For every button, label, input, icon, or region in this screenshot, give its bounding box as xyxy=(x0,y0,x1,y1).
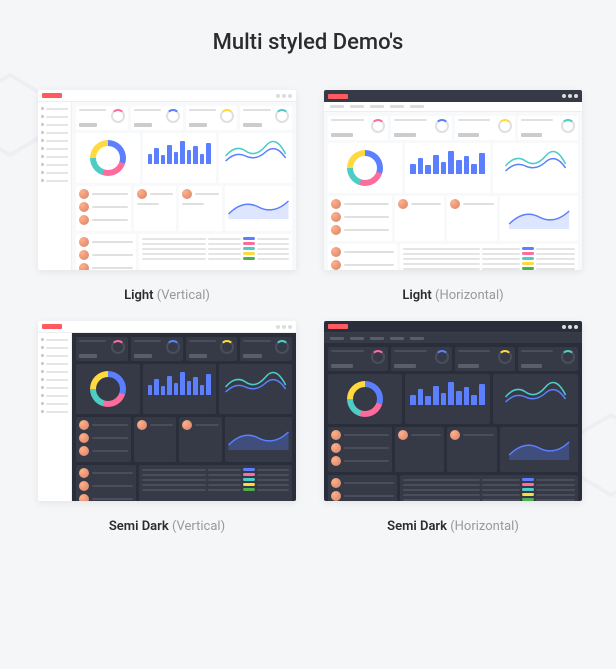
demo-caption: Light (Vertical) xyxy=(124,288,210,303)
app-logo xyxy=(42,93,62,98)
sidebar xyxy=(38,102,72,270)
topbar xyxy=(324,90,582,102)
horizontal-nav xyxy=(324,102,582,112)
line-chart-card xyxy=(219,133,292,183)
topbar xyxy=(324,321,582,333)
users-card xyxy=(76,186,131,231)
topbar xyxy=(38,90,296,102)
demo-semidark-vertical[interactable]: Semi Dark (Vertical) xyxy=(38,321,296,534)
sidebar xyxy=(38,333,72,501)
demo-light-horizontal[interactable]: Light (Horizontal) xyxy=(324,90,582,303)
settings-icon xyxy=(288,94,292,98)
sidebar-item xyxy=(41,106,68,111)
notification-icon xyxy=(276,94,280,98)
page-title: Multi styled Demo's xyxy=(0,0,616,90)
demo-caption: Light (Horizontal) xyxy=(402,288,503,303)
topbar xyxy=(38,321,296,333)
demo-caption: Semi Dark (Horizontal) xyxy=(387,519,519,534)
demo-caption: Semi Dark (Vertical) xyxy=(109,519,225,534)
user-icon xyxy=(282,94,286,98)
bar-chart-card xyxy=(143,133,216,183)
area-chart-card xyxy=(225,186,292,231)
data-table-card xyxy=(139,234,292,270)
demo-light-vertical[interactable]: Light (Vertical) xyxy=(38,90,296,303)
demo-grid: Light (Vertical) Light (Horizontal) Semi… xyxy=(0,90,616,534)
user-list-card xyxy=(76,234,136,270)
horizontal-nav xyxy=(324,333,582,343)
donut-chart-card xyxy=(76,133,140,183)
stat-card xyxy=(76,106,128,130)
demo-semidark-horizontal[interactable]: Semi Dark (Horizontal) xyxy=(324,321,582,534)
